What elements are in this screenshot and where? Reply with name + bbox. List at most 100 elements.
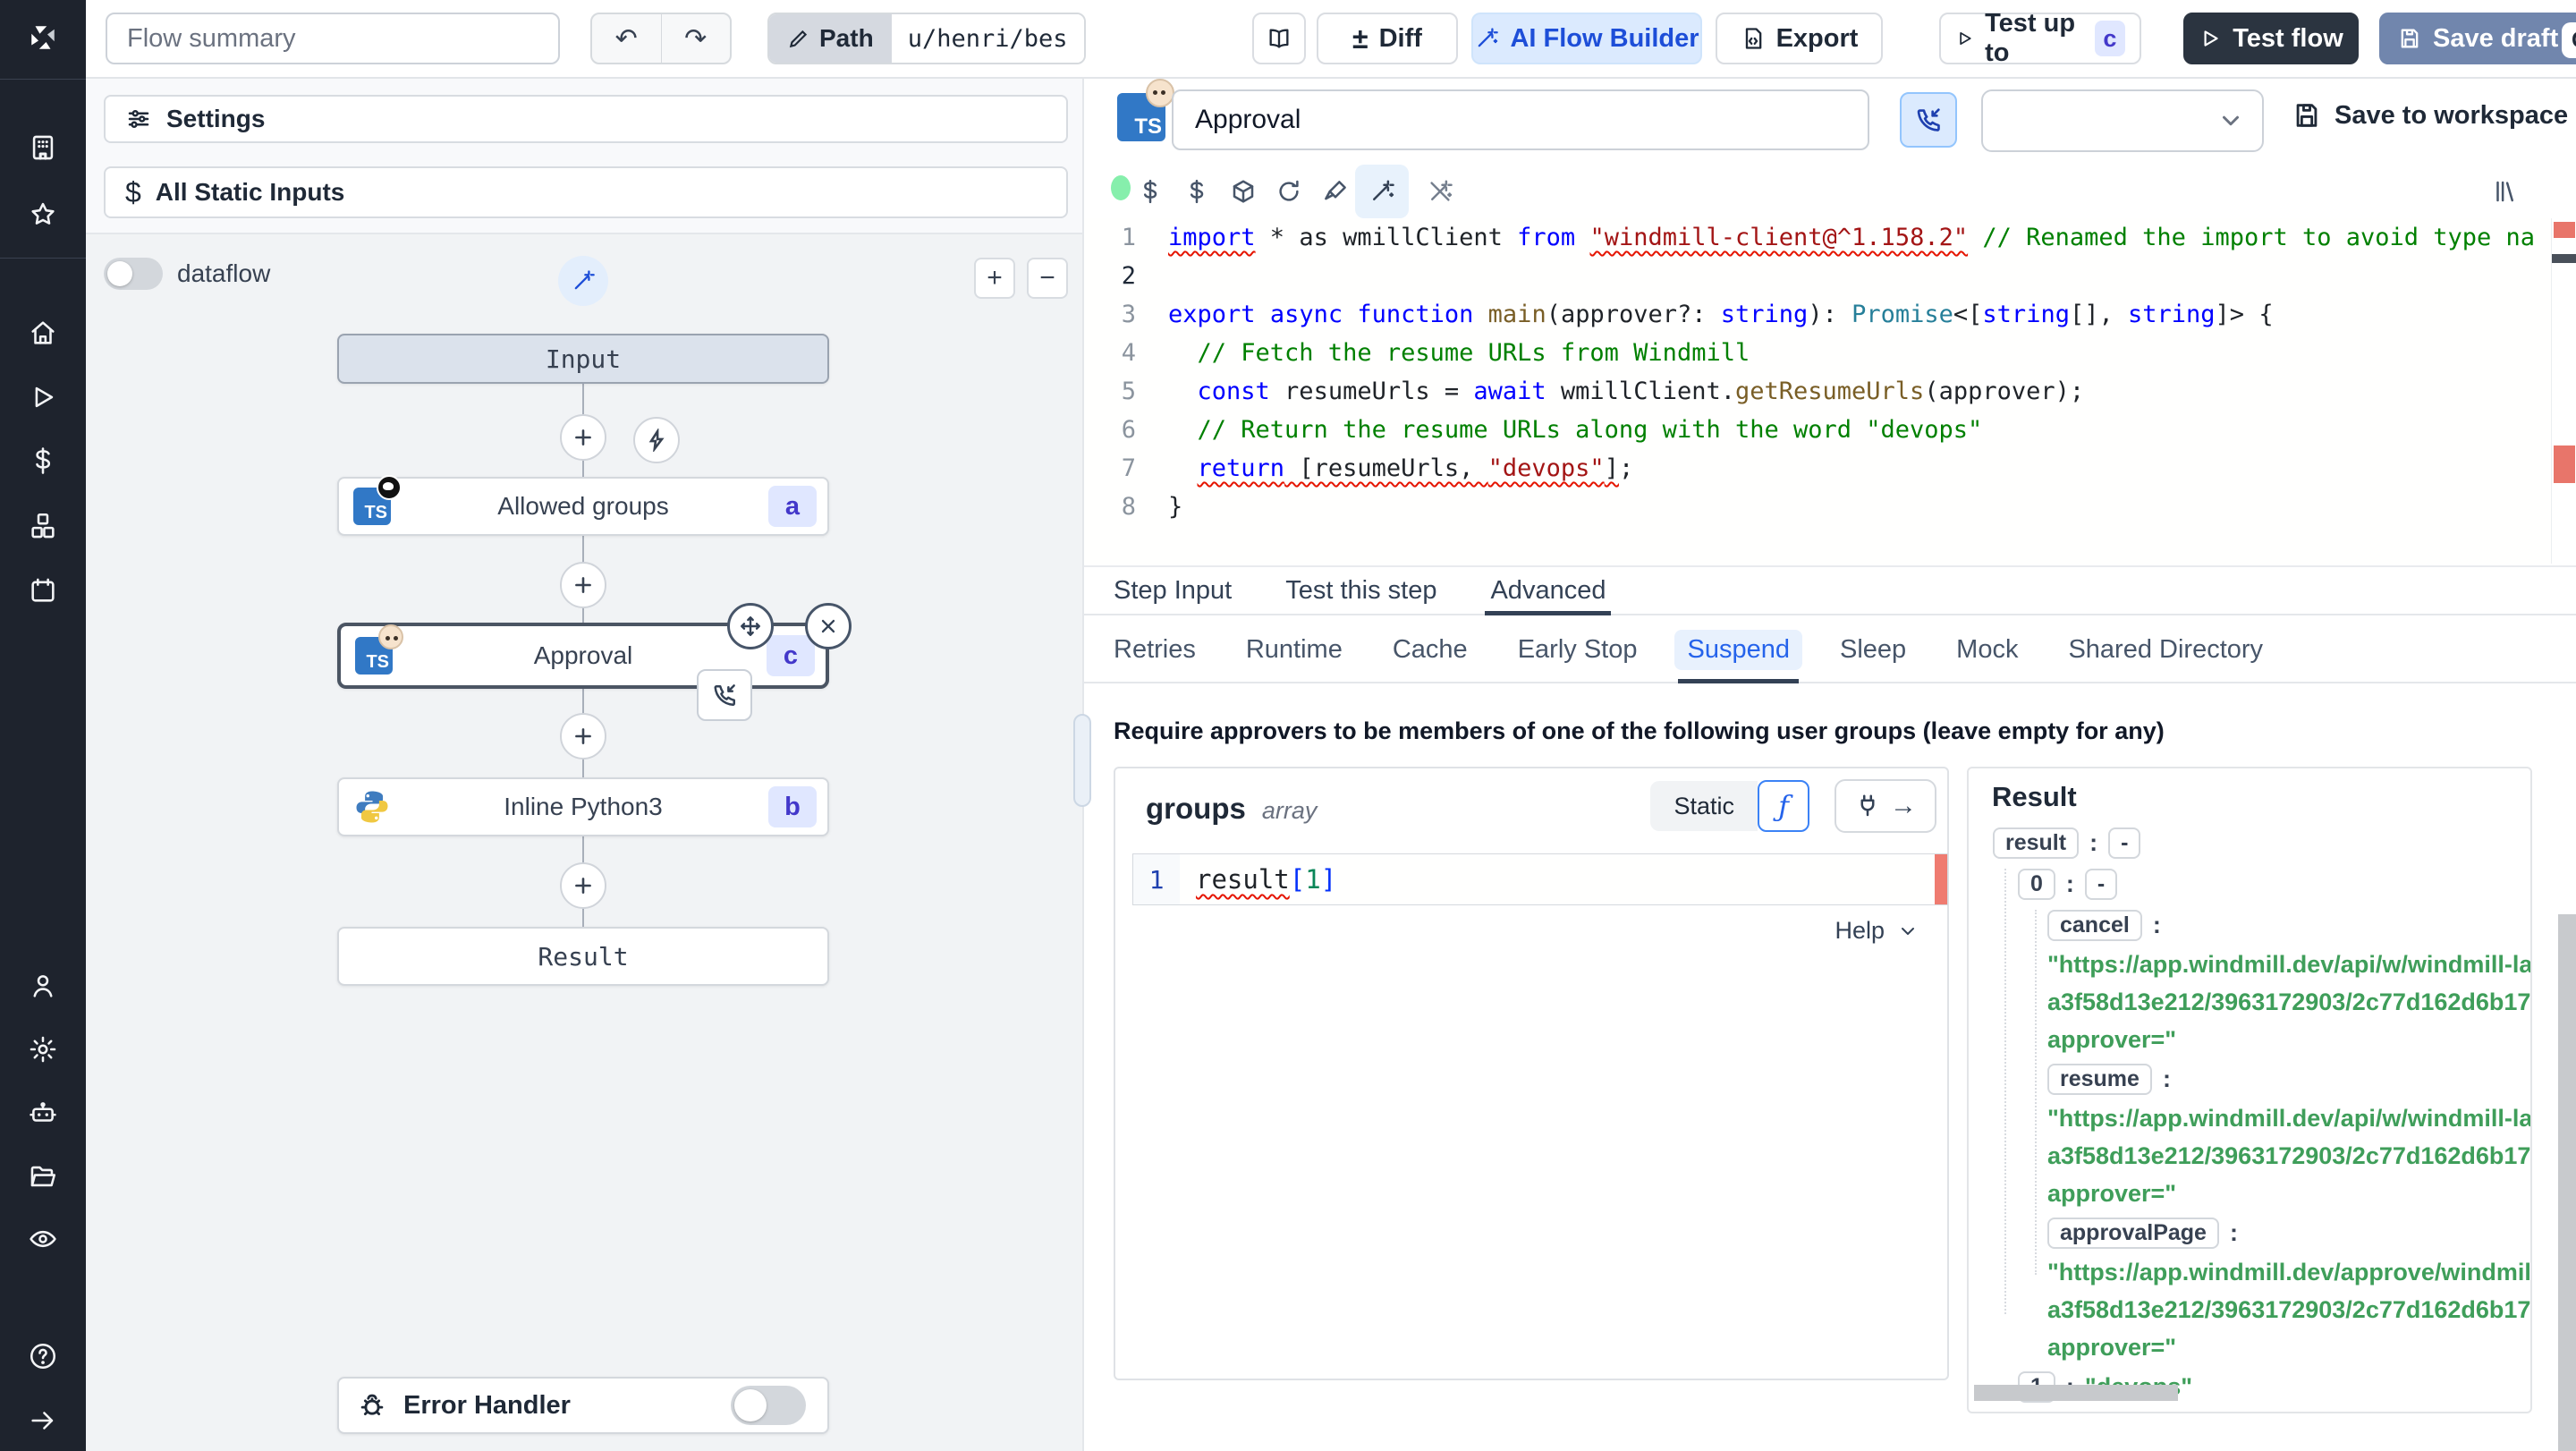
package-icon[interactable] xyxy=(1220,168,1267,215)
panel-splitter-handle[interactable] xyxy=(1073,714,1091,807)
audit-eye-icon[interactable] xyxy=(0,1221,86,1257)
save-to-workspace-button[interactable]: Save to workspace xyxy=(2292,100,2568,131)
graph-node-inline-python3[interactable]: Inline Python3 b xyxy=(337,777,829,836)
error-handler-card[interactable]: Error Handler xyxy=(337,1377,829,1434)
workers-robot-icon[interactable] xyxy=(0,1095,86,1131)
suspend-approval-chip[interactable] xyxy=(697,669,752,721)
path-value[interactable]: u/henri/bes xyxy=(891,14,1084,63)
subtab-sleep[interactable]: Sleep xyxy=(1840,617,1906,682)
script-version-select[interactable] xyxy=(1981,89,2264,152)
page-vertical-scrollbar[interactable] xyxy=(2558,914,2576,1451)
ai-graph-button[interactable] xyxy=(558,256,608,306)
groups-property-card: groups array Static ƒ → 1 result[1] Help xyxy=(1114,767,1949,1380)
subtab-cache[interactable]: Cache xyxy=(1393,617,1468,682)
subtab-retries[interactable]: Retries xyxy=(1114,617,1196,682)
test-up-to-button[interactable]: Test up to c xyxy=(1939,9,2141,67)
workspace-icon[interactable] xyxy=(0,130,86,165)
json-key-chip[interactable]: cancel xyxy=(2047,909,2142,941)
help-icon[interactable] xyxy=(0,1338,86,1374)
user-icon[interactable] xyxy=(0,968,86,1004)
resources-dollar-icon[interactable] xyxy=(1174,168,1220,215)
runs-icon[interactable] xyxy=(0,379,86,415)
zoom-out-button[interactable]: − xyxy=(1027,258,1068,299)
ai-assistant-icon[interactable] xyxy=(1355,165,1409,218)
json-key-chip[interactable]: 0 xyxy=(2018,868,2055,900)
result-horizontal-scrollbar[interactable] xyxy=(1974,1385,2178,1401)
code-line-8[interactable]: 8} xyxy=(1084,488,2553,526)
chevron-down-icon xyxy=(1902,927,1914,935)
export-button[interactable]: Export xyxy=(1716,13,1883,64)
resources-icon[interactable] xyxy=(0,508,86,544)
step-name-input[interactable]: Approval xyxy=(1172,89,1869,150)
static-mode-button[interactable]: Static xyxy=(1650,781,1758,831)
subtab-runtime[interactable]: Runtime xyxy=(1246,617,1343,682)
ai-disabled-icon[interactable] xyxy=(1417,168,1463,215)
tab-step-input[interactable]: Step Input xyxy=(1114,567,1232,614)
diff-button[interactable]: ± Diff xyxy=(1317,13,1458,64)
move-step-button[interactable] xyxy=(727,603,774,649)
error-handler-toggle[interactable] xyxy=(731,1386,806,1425)
zoom-in-button[interactable]: + xyxy=(974,258,1015,299)
code-line-5[interactable]: 5 const resumeUrls = await wmillClient.g… xyxy=(1084,372,2553,411)
subtab-mock[interactable]: Mock xyxy=(1956,617,2018,682)
collapse-toggle-chip[interactable]: - xyxy=(2084,868,2118,900)
variables-dollar-icon[interactable] xyxy=(1127,168,1174,215)
groups-expression-editor[interactable]: 1 result[1] xyxy=(1132,853,1948,905)
collapse-toggle-chip[interactable]: - xyxy=(2108,827,2141,859)
delete-step-button[interactable] xyxy=(805,603,852,649)
add-step-button[interactable] xyxy=(560,862,606,909)
json-string-line: approver=" xyxy=(2047,1180,2177,1207)
flow-summary-input[interactable]: Flow summary xyxy=(106,13,560,64)
code-line-6[interactable]: 6 // Return the resume URLs along with t… xyxy=(1084,411,2553,449)
json-key-chip[interactable]: result xyxy=(1993,827,2080,859)
suspend-mode-button[interactable] xyxy=(1900,92,1957,148)
code-line-2[interactable]: 2 xyxy=(1084,257,2553,295)
save-floppy-icon xyxy=(2296,104,2318,127)
settings-gear-icon[interactable] xyxy=(0,1031,86,1067)
collapse-arrow-icon[interactable] xyxy=(0,1403,86,1438)
save-draft-button[interactable]: Save draft C xyxy=(2379,13,2576,64)
flow-settings-button[interactable]: Settings xyxy=(104,95,1068,143)
sidebar-divider xyxy=(0,79,86,80)
library-icon[interactable] xyxy=(2481,168,2528,215)
reload-icon[interactable] xyxy=(1266,168,1312,215)
redo-button[interactable]: ↷ xyxy=(662,14,731,63)
ai-flow-builder-button[interactable]: AI Flow Builder xyxy=(1471,13,1702,64)
tab-advanced[interactable]: Advanced xyxy=(1485,567,1612,615)
connect-input-button[interactable]: → xyxy=(1835,779,1936,833)
schedules-icon[interactable] xyxy=(0,573,86,608)
code-line-3[interactable]: 3 export async function main(approver?: s… xyxy=(1084,295,2553,334)
subtab-suspend[interactable]: Suspend xyxy=(1674,617,1802,683)
json-key-chip[interactable]: resume xyxy=(2047,1063,2152,1095)
dataflow-toggle[interactable] xyxy=(104,258,163,290)
all-static-inputs-button[interactable]: $ All Static Inputs xyxy=(104,166,1068,218)
path-button[interactable]: Path xyxy=(769,14,892,63)
code-editor[interactable]: 1 import * as wmillClient from "windmill-… xyxy=(1084,218,2553,564)
json-key-chip[interactable]: approvalPage xyxy=(2047,1217,2219,1249)
folders-icon[interactable] xyxy=(0,1158,86,1194)
help-dropdown[interactable]: Help xyxy=(1835,917,1919,945)
favorites-star-icon[interactable] xyxy=(0,197,86,233)
undo-button[interactable]: ↶ xyxy=(592,14,662,63)
expression-mode-button[interactable]: ƒ xyxy=(1758,780,1809,832)
windmill-logo-icon[interactable] xyxy=(0,14,86,61)
add-trigger-button[interactable] xyxy=(633,417,680,463)
format-brush-icon[interactable] xyxy=(1312,168,1359,215)
graph-node-input[interactable]: Input xyxy=(337,334,829,384)
docs-button[interactable] xyxy=(1252,13,1306,64)
add-step-button[interactable] xyxy=(560,414,606,461)
tab-test-this-step[interactable]: Test this step xyxy=(1285,567,1436,614)
graph-node-result[interactable]: Result xyxy=(337,927,829,986)
code-line-7[interactable]: 7 return [resumeUrls, "devops"]; xyxy=(1084,449,2553,488)
editor-scrollbar-thumb[interactable] xyxy=(2552,254,2576,263)
code-line-1[interactable]: 1 import * as wmillClient from "windmill-… xyxy=(1084,218,2553,257)
code-line-4[interactable]: 4 // Fetch the resume URLs from Windmill xyxy=(1084,334,2553,372)
home-icon[interactable] xyxy=(0,315,86,351)
add-step-button[interactable] xyxy=(560,562,606,608)
add-step-button[interactable] xyxy=(560,713,606,759)
graph-node-allowed-groups[interactable]: TS Allowed groups a xyxy=(337,475,829,536)
subtab-early-stop[interactable]: Early Stop xyxy=(1518,617,1638,682)
subtab-shared-directory[interactable]: Shared Directory xyxy=(2068,617,2263,682)
variables-icon[interactable] xyxy=(0,443,86,479)
test-flow-button[interactable]: Test flow xyxy=(2183,13,2359,64)
